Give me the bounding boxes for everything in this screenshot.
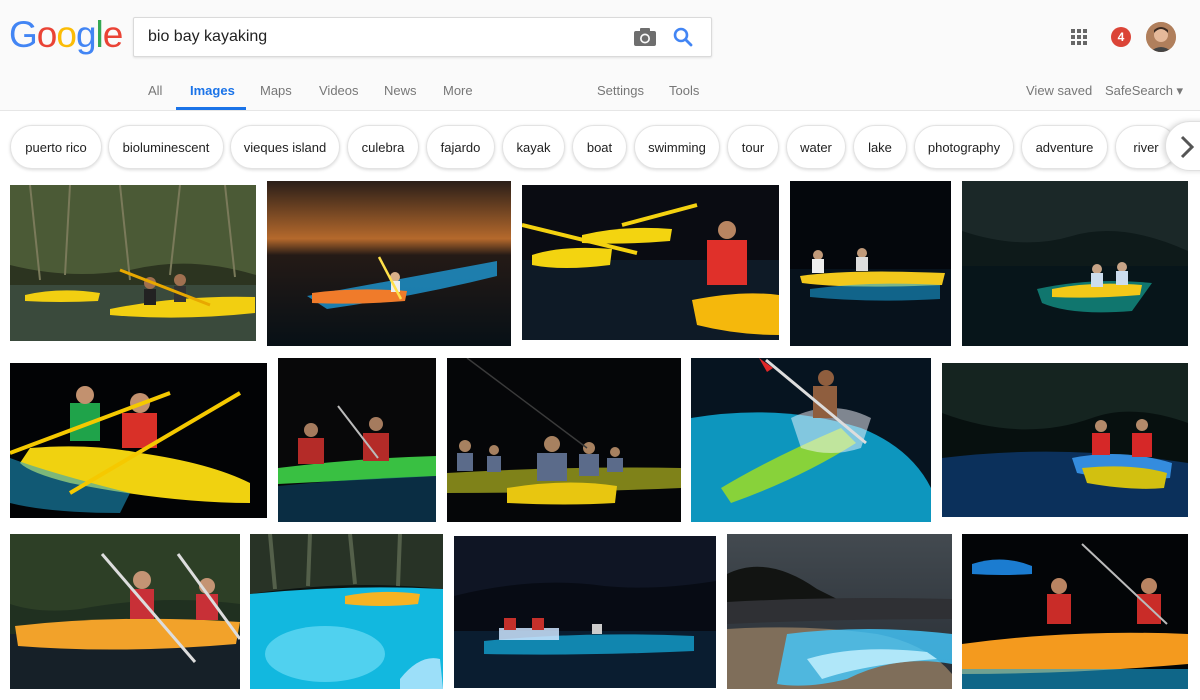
image-result[interactable]	[278, 358, 436, 522]
image-result[interactable]	[250, 534, 443, 689]
chip-vieques-island[interactable]: vieques island	[230, 125, 340, 169]
logo-letter: o	[36, 14, 58, 55]
search-tabs: All Images Maps Videos News More Setting…	[0, 75, 1200, 111]
logo-letter: G	[9, 14, 38, 55]
search-icon[interactable]	[670, 24, 696, 50]
image-result[interactable]	[942, 363, 1188, 517]
tab-maps[interactable]: Maps	[260, 83, 292, 98]
search-input[interactable]	[148, 18, 618, 56]
chip-boat[interactable]: boat	[572, 125, 627, 169]
active-tab-indicator	[176, 107, 246, 110]
logo-letter: l	[95, 14, 104, 55]
notification-badge[interactable]: 4	[1111, 27, 1131, 47]
chip-swimming[interactable]: swimming	[634, 125, 720, 169]
image-result[interactable]	[962, 181, 1188, 346]
chip-puerto-rico[interactable]: puerto rico	[10, 125, 102, 169]
related-search-chips: puerto rico bioluminescent vieques islan…	[0, 111, 1200, 179]
image-result[interactable]	[962, 534, 1188, 689]
tab-settings[interactable]: Settings	[597, 83, 644, 98]
chip-photography[interactable]: photography	[914, 125, 1014, 169]
header: Google 4	[0, 0, 1200, 111]
chip-lake[interactable]: lake	[853, 125, 907, 169]
tab-news[interactable]: News	[384, 83, 417, 98]
chip-bioluminescent[interactable]: bioluminescent	[108, 125, 224, 169]
view-saved-link[interactable]: View saved	[1026, 83, 1092, 98]
chip-kayak[interactable]: kayak	[502, 125, 565, 169]
tab-all[interactable]: All	[148, 83, 162, 98]
chip-tour[interactable]: tour	[727, 125, 779, 169]
image-result[interactable]	[522, 185, 779, 340]
logo-letter: o	[56, 14, 77, 55]
apps-grid-icon[interactable]	[1069, 27, 1089, 47]
image-result[interactable]	[10, 363, 267, 518]
chip-adventure[interactable]: adventure	[1021, 125, 1108, 169]
safesearch-dropdown[interactable]: SafeSearch ▾	[1105, 83, 1183, 99]
image-result[interactable]	[727, 534, 952, 689]
image-result[interactable]	[790, 181, 951, 346]
logo-letter: g	[75, 14, 97, 55]
tab-images[interactable]: Images	[190, 83, 235, 98]
image-result[interactable]	[691, 358, 931, 522]
chip-water[interactable]: water	[786, 125, 846, 169]
chip-culebra[interactable]: culebra	[347, 125, 419, 169]
chip-fajardo[interactable]: fajardo	[426, 125, 495, 169]
google-logo[interactable]: Google	[9, 14, 124, 55]
image-result[interactable]	[10, 185, 256, 341]
image-result[interactable]	[267, 181, 511, 346]
search-box	[133, 17, 712, 57]
tab-more[interactable]: More	[443, 83, 473, 98]
avatar[interactable]	[1146, 22, 1176, 52]
image-result[interactable]	[454, 536, 716, 688]
tab-videos[interactable]: Videos	[319, 83, 359, 98]
image-result[interactable]	[10, 534, 240, 689]
logo-letter: e	[102, 14, 124, 55]
tab-tools[interactable]: Tools	[669, 83, 699, 98]
camera-icon[interactable]	[632, 26, 658, 48]
image-result[interactable]	[447, 358, 681, 522]
chevron-right-icon[interactable]	[1165, 121, 1200, 171]
